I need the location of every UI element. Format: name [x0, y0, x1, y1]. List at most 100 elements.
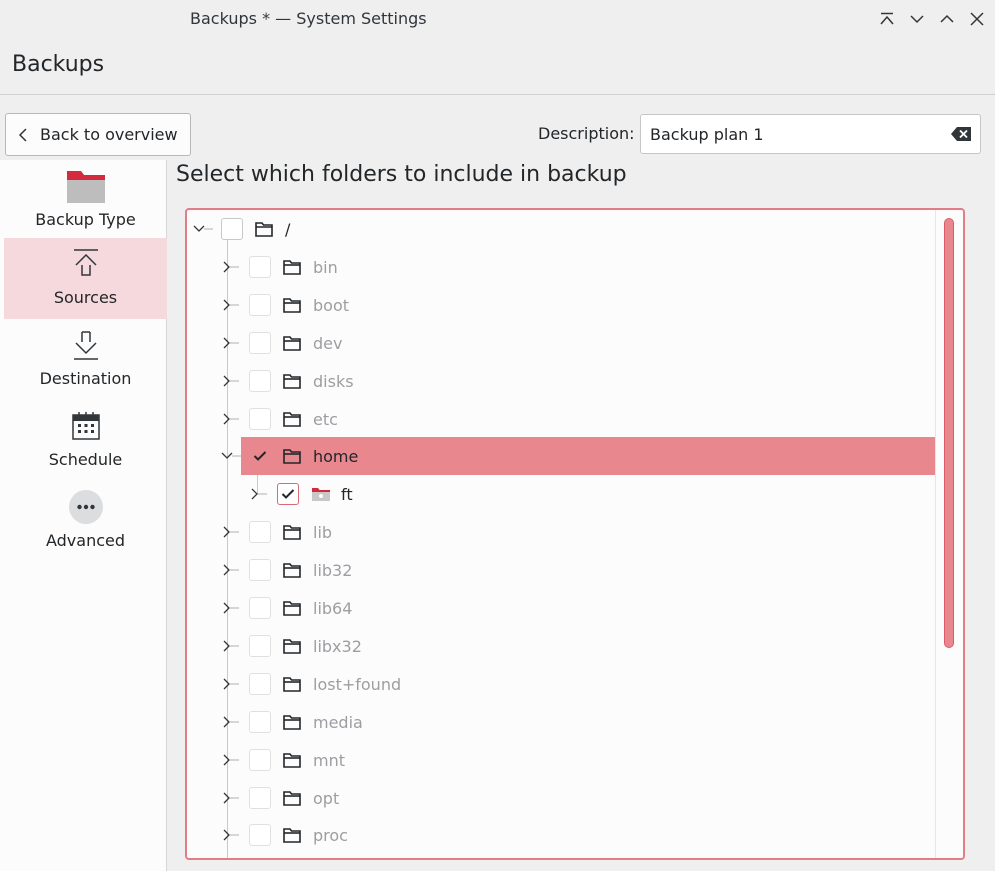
tree-checkbox[interactable] — [249, 635, 271, 657]
tree-checkbox[interactable] — [249, 370, 271, 392]
tree-row-dev[interactable]: dev — [187, 324, 937, 362]
tree-row-mnt[interactable]: mnt — [187, 741, 937, 779]
tree-checkbox[interactable] — [249, 332, 271, 354]
tree-row-bin[interactable]: bin — [187, 248, 937, 286]
tree-node-label: proc — [313, 825, 348, 845]
tree-checkbox[interactable] — [249, 597, 271, 619]
expand-toggle[interactable] — [221, 665, 249, 703]
expand-toggle[interactable] — [193, 210, 221, 248]
sidebar-item-backup-type[interactable]: Backup Type — [4, 160, 167, 241]
window-titlebar: Backups * — System Settings — [0, 0, 995, 40]
folder-icon — [283, 599, 303, 617]
tree-checkbox[interactable] — [249, 673, 271, 695]
chevron-right-icon — [223, 754, 239, 766]
tree-checkbox[interactable] — [249, 294, 271, 316]
expand-toggle[interactable] — [221, 362, 249, 400]
tree-row-home[interactable]: home — [221, 437, 937, 475]
chevron-right-icon — [223, 299, 239, 311]
download-icon — [66, 325, 106, 365]
tree-checkbox[interactable] — [249, 559, 271, 581]
checkmark-icon — [253, 451, 267, 461]
tree-row-opt[interactable]: opt — [187, 779, 937, 817]
sidebar-item-advanced[interactable]: Advanced — [4, 481, 167, 562]
tree-checkbox[interactable] — [249, 749, 271, 771]
tree-node-label: boot — [313, 295, 350, 315]
expand-toggle[interactable] — [221, 816, 249, 854]
tree-node-label: lib32 — [313, 560, 353, 580]
description-label: Description: — [538, 124, 635, 143]
tree-row-ft[interactable]: ft — [187, 475, 937, 513]
keep-above-button[interactable] — [875, 8, 899, 30]
tree-checkbox[interactable] — [249, 824, 271, 846]
chevron-right-icon — [223, 564, 239, 576]
description-input[interactable]: Backup plan 1 — [640, 114, 981, 154]
expand-toggle[interactable] — [221, 400, 249, 438]
tree-checkbox[interactable] — [249, 256, 271, 278]
tree-node-label: opt — [313, 788, 340, 808]
tree-node-label: lib — [313, 522, 333, 542]
tree-node-label: lib64 — [313, 598, 353, 618]
folder-icon — [283, 296, 303, 314]
chevron-right-icon — [251, 488, 267, 500]
folder-icon — [283, 789, 303, 807]
tree-checkbox[interactable] — [277, 483, 299, 505]
tree-row-proc[interactable]: proc — [187, 816, 937, 854]
expand-toggle[interactable] — [221, 551, 249, 589]
expand-toggle[interactable] — [221, 324, 249, 362]
chevron-right-icon — [223, 716, 239, 728]
tree-row-media[interactable]: media — [187, 703, 937, 741]
expand-toggle[interactable] — [221, 703, 249, 741]
close-button[interactable] — [965, 8, 989, 30]
back-button-label: Back to overview — [40, 125, 178, 144]
tree-row-etc[interactable]: etc — [187, 400, 937, 438]
tree-checkbox[interactable] — [249, 711, 271, 733]
expand-toggle[interactable] — [221, 286, 249, 324]
expand-toggle[interactable] — [221, 589, 249, 627]
content-area: Back to overview Description: Backup pla… — [0, 96, 995, 871]
tree-row-lib32[interactable]: lib32 — [187, 551, 937, 589]
window-controls — [875, 8, 989, 30]
tree-checkbox[interactable] — [249, 787, 271, 809]
minimize-button[interactable] — [905, 8, 929, 30]
sidebar-item-destination[interactable]: Destination — [4, 319, 167, 400]
tree-row-disks[interactable]: disks — [187, 362, 937, 400]
chevron-right-icon — [223, 602, 239, 614]
expand-toggle[interactable] — [221, 513, 249, 551]
folder-icon — [255, 220, 275, 238]
expand-toggle[interactable] — [221, 248, 249, 286]
sidebar-item-sources[interactable]: Sources — [4, 238, 167, 319]
expand-toggle[interactable] — [221, 779, 249, 817]
expand-toggle[interactable] — [221, 741, 249, 779]
tree-row-boot[interactable]: boot — [187, 286, 937, 324]
folder-icon — [283, 523, 303, 541]
tree-row-lib[interactable]: lib — [187, 513, 937, 551]
vertical-scrollbar[interactable] — [935, 210, 963, 858]
sidebar-item-schedule[interactable]: Schedule — [4, 400, 167, 481]
chevron-right-icon — [223, 640, 239, 652]
tree-row-libx32[interactable]: libx32 — [187, 627, 937, 665]
clear-text-icon[interactable] — [950, 126, 972, 142]
tree-checkbox[interactable] — [249, 445, 271, 467]
tree-checkbox[interactable] — [221, 218, 243, 240]
back-to-overview-button[interactable]: Back to overview — [5, 113, 191, 156]
folder-tree[interactable]: / bin boot dev disks etc home ft lib lib32 lib64 l… — [185, 208, 965, 860]
tree-checkbox[interactable] — [249, 521, 271, 543]
expand-toggle[interactable] — [221, 437, 249, 475]
expand-toggle[interactable] — [249, 475, 277, 513]
tree-node-label: lost+found — [313, 674, 402, 694]
expand-toggle[interactable] — [221, 627, 249, 665]
description-value: Backup plan 1 — [650, 124, 764, 144]
keep-above-icon — [880, 12, 894, 25]
tree-checkbox[interactable] — [249, 408, 271, 430]
user-home-folder-icon — [311, 485, 331, 503]
folder-icon — [283, 447, 303, 465]
scrollbar-thumb[interactable] — [944, 218, 954, 648]
tree-row-lib64[interactable]: lib64 — [187, 589, 937, 627]
chevron-right-icon — [223, 337, 239, 349]
maximize-button[interactable] — [935, 8, 959, 30]
page-title: Backups — [12, 52, 105, 77]
chevron-right-icon — [223, 261, 239, 273]
tree-row-lost-found[interactable]: lost+found — [187, 665, 937, 703]
tree-row-root[interactable]: / — [187, 210, 937, 248]
folder-icon — [283, 826, 303, 844]
